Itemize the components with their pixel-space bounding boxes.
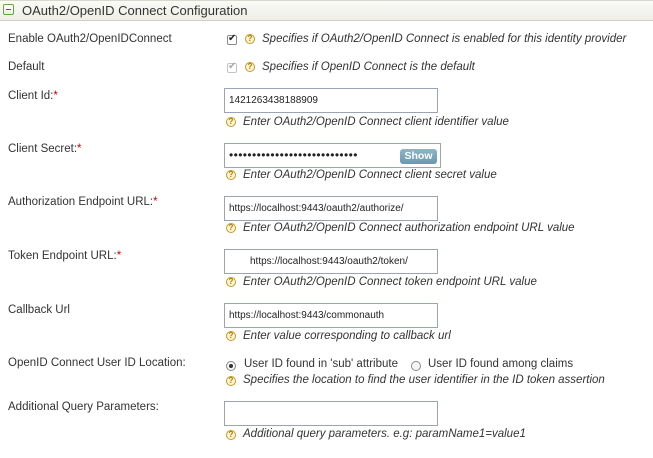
authorization-endpoint-label: Authorization Endpoint URL:* xyxy=(8,196,158,208)
help-icon: ? xyxy=(226,117,236,127)
help-icon: ? xyxy=(226,376,236,386)
help-icon: ? xyxy=(226,430,236,440)
radio-among-claims[interactable] xyxy=(411,361,421,371)
callback-url-input[interactable]: https://localhost:9443/commonauth xyxy=(224,303,438,328)
radio-sub-attribute[interactable] xyxy=(226,361,236,371)
required-mark: * xyxy=(53,90,58,102)
section-header[interactable]: OAuth2/OpenID Connect Configuration xyxy=(0,0,653,21)
help-icon: ? xyxy=(226,170,236,180)
show-secret-button[interactable]: Show xyxy=(400,149,437,164)
required-mark: * xyxy=(116,250,122,262)
client-id-input[interactable]: 1421263438188909 xyxy=(224,88,438,113)
query-params-label: Additional Query Parameters: xyxy=(8,401,159,413)
token-endpoint-help: Enter OAuth2/OpenID Connect token endpoi… xyxy=(243,276,537,288)
required-mark: * xyxy=(153,196,158,208)
checkmark-icon: ✔ xyxy=(228,61,237,72)
help-icon: ? xyxy=(226,223,236,233)
callback-url-help: Enter value corresponding to callback ur… xyxy=(243,330,451,342)
enable-oauth2-label: Enable OAuth2/OpenIDConnect xyxy=(8,33,172,45)
token-endpoint-label: Token Endpoint URL:* xyxy=(8,250,122,262)
user-id-location-help: Specifies the location to find the user … xyxy=(243,374,605,386)
client-secret-help: Enter OAuth2/OpenID Connect client secre… xyxy=(243,169,497,181)
default-label: Default xyxy=(8,61,45,73)
enable-oauth2-checkbox[interactable]: ✔ xyxy=(227,33,237,45)
enable-oauth2-help: Specifies if OAuth2/OpenID Connect is en… xyxy=(262,33,627,45)
client-id-label: Client Id:* xyxy=(8,90,58,102)
authorization-endpoint-help: Enter OAuth2/OpenID Connect authorizatio… xyxy=(243,222,575,234)
radio-among-claims-label: User ID found among claims xyxy=(428,358,574,370)
oauth2-config-panel: OAuth2/OpenID Connect Configuration Enab… xyxy=(0,0,653,458)
query-params-help: Additional query parameters. e.g: paramN… xyxy=(243,428,526,440)
client-secret-masked-value: •••••••••••••••••••••••••••• xyxy=(229,148,358,162)
client-id-help: Enter OAuth2/OpenID Connect client ident… xyxy=(243,116,509,128)
default-checkbox: ✔ xyxy=(227,61,237,73)
help-icon: ? xyxy=(226,331,236,341)
help-icon: ? xyxy=(245,34,255,44)
user-id-location-label: OpenID Connect User ID Location: xyxy=(8,357,186,369)
help-icon: ? xyxy=(245,62,255,72)
client-secret-input[interactable]: •••••••••••••••••••••••••••• Show xyxy=(224,143,441,168)
default-help: Specifies if OpenID Connect is the defau… xyxy=(262,61,475,73)
authorization-endpoint-input[interactable]: https://localhost:9443/oauth2/authorize/ xyxy=(224,196,438,221)
section-title: OAuth2/OpenID Connect Configuration xyxy=(22,3,248,18)
query-params-input[interactable] xyxy=(224,401,438,426)
token-endpoint-input[interactable]: https://localhost:9443/oauth2/token/ xyxy=(224,249,438,274)
help-icon: ? xyxy=(226,277,236,287)
collapse-icon[interactable] xyxy=(3,4,14,15)
client-secret-label: Client Secret:* xyxy=(8,143,82,155)
required-mark: * xyxy=(77,143,82,155)
radio-sub-attribute-label: User ID found in 'sub' attribute xyxy=(244,358,398,370)
callback-url-label: Callback Url xyxy=(8,304,70,316)
checkmark-icon: ✔ xyxy=(228,33,237,44)
